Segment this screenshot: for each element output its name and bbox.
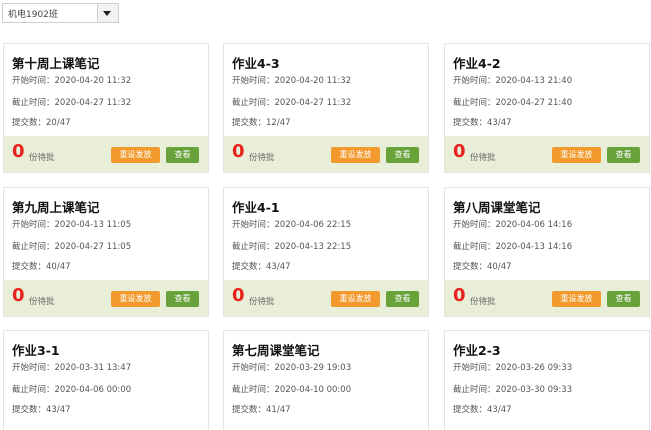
view-button[interactable]: 查看 xyxy=(607,147,640,163)
submission-count: 提交数：43/47 xyxy=(232,262,291,272)
pending-label: 份待批 xyxy=(29,153,55,163)
start-time: 开始时间：2020-04-20 11:32 xyxy=(232,76,352,86)
deadline: 截止时间：2020-04-06 00:00 xyxy=(12,385,132,395)
deadline: 截止时间：2020-04-27 21:40 xyxy=(453,98,573,108)
assignment-card: 第九周上课笔记 开始时间：2020-04-13 11:05 截止时间：2020-… xyxy=(3,187,209,317)
card-footer: 0 份待批 重设发放 查看 xyxy=(445,280,649,316)
pending-label: 份待批 xyxy=(249,297,275,307)
chevron-down-icon[interactable] xyxy=(97,4,118,22)
card-title: 第八周课堂笔记 xyxy=(453,200,541,215)
start-time: 开始时间：2020-03-31 13:47 xyxy=(12,363,132,373)
pending-label: 份待批 xyxy=(29,297,55,307)
pending-count: 0 xyxy=(232,285,245,306)
pending-label: 份待批 xyxy=(470,297,496,307)
submission-count: 提交数：40/47 xyxy=(12,262,71,272)
card-footer: 0 份待批 重设发放 查看 xyxy=(4,136,208,172)
card-footer: 0 份待批 重设发放 查看 xyxy=(445,136,649,172)
start-time: 开始时间：2020-04-20 11:32 xyxy=(12,76,132,86)
view-button[interactable]: 查看 xyxy=(386,291,419,307)
start-time: 开始时间：2020-04-06 14:16 xyxy=(453,220,573,230)
submission-count: 提交数：40/47 xyxy=(453,262,512,272)
reset-distribute-button[interactable]: 重设发放 xyxy=(111,147,160,163)
pending-count: 0 xyxy=(453,285,466,306)
card-title: 第九周上课笔记 xyxy=(12,200,100,215)
deadline: 截止时间：2020-04-27 11:32 xyxy=(232,98,352,108)
submission-count: 提交数：12/47 xyxy=(232,118,291,128)
assignment-card: 作业4-2 开始时间：2020-04-13 21:40 截止时间：2020-04… xyxy=(444,43,650,173)
card-title: 作业3-1 xyxy=(12,343,60,358)
deadline: 截止时间：2020-04-13 22:15 xyxy=(232,242,352,252)
pending-count: 0 xyxy=(453,141,466,162)
submission-count: 提交数：43/47 xyxy=(453,405,512,415)
assignment-card: 第八周课堂笔记 开始时间：2020-04-06 14:16 截止时间：2020-… xyxy=(444,187,650,317)
reset-distribute-button[interactable]: 重设发放 xyxy=(331,291,380,307)
reset-distribute-button[interactable]: 重设发放 xyxy=(552,147,601,163)
card-title: 作业4-3 xyxy=(232,56,280,71)
deadline: 截止时间：2020-04-13 14:16 xyxy=(453,242,573,252)
card-footer: 0 份待批 重设发放 查看 xyxy=(224,280,428,316)
deadline: 截止时间：2020-04-27 11:05 xyxy=(12,242,132,252)
card-title: 作业4-1 xyxy=(232,200,280,215)
submission-count: 提交数：20/47 xyxy=(12,118,71,128)
reset-distribute-button[interactable]: 重设发放 xyxy=(331,147,380,163)
pending-count: 0 xyxy=(232,141,245,162)
view-button[interactable]: 查看 xyxy=(166,291,199,307)
card-footer: 0 份待批 重设发放 查看 xyxy=(4,280,208,316)
card-title: 作业2-3 xyxy=(453,343,501,358)
submission-count: 提交数：41/47 xyxy=(232,405,291,415)
start-time: 开始时间：2020-04-13 21:40 xyxy=(453,76,573,86)
reset-distribute-button[interactable]: 重设发放 xyxy=(552,291,601,307)
card-footer: 0 份待批 重设发放 查看 xyxy=(224,136,428,172)
view-button[interactable]: 查看 xyxy=(386,147,419,163)
start-time: 开始时间：2020-03-26 09:33 xyxy=(453,363,573,373)
start-time: 开始时间：2020-03-29 19:03 xyxy=(232,363,352,373)
deadline: 截止时间：2020-03-30 09:33 xyxy=(453,385,573,395)
class-select[interactable]: 机电1902班 xyxy=(2,3,119,23)
card-title: 第十周上课笔记 xyxy=(12,56,100,71)
card-title: 作业4-2 xyxy=(453,56,501,71)
view-button[interactable]: 查看 xyxy=(607,291,640,307)
deadline: 截止时间：2020-04-10 00:00 xyxy=(232,385,352,395)
assignment-card: 作业2-3 开始时间：2020-03-26 09:33 截止时间：2020-03… xyxy=(444,330,650,430)
card-title: 第七周课堂笔记 xyxy=(232,343,320,358)
view-button[interactable]: 查看 xyxy=(166,147,199,163)
class-select-value: 机电1902班 xyxy=(8,10,58,20)
assignment-card: 作业3-1 开始时间：2020-03-31 13:47 截止时间：2020-04… xyxy=(3,330,209,430)
assignment-card: 第七周课堂笔记 开始时间：2020-03-29 19:03 截止时间：2020-… xyxy=(223,330,429,430)
deadline: 截止时间：2020-04-27 11:32 xyxy=(12,98,132,108)
submission-count: 提交数：43/47 xyxy=(453,118,512,128)
reset-distribute-button[interactable]: 重设发放 xyxy=(111,291,160,307)
submission-count: 提交数：43/47 xyxy=(12,405,71,415)
pending-count: 0 xyxy=(12,141,25,162)
pending-label: 份待批 xyxy=(470,153,496,163)
pending-count: 0 xyxy=(12,285,25,306)
assignment-card: 第十周上课笔记 开始时间：2020-04-20 11:32 截止时间：2020-… xyxy=(3,43,209,173)
start-time: 开始时间：2020-04-13 11:05 xyxy=(12,220,132,230)
pending-label: 份待批 xyxy=(249,153,275,163)
start-time: 开始时间：2020-04-06 22:15 xyxy=(232,220,352,230)
assignment-card: 作业4-3 开始时间：2020-04-20 11:32 截止时间：2020-04… xyxy=(223,43,429,173)
assignment-card: 作业4-1 开始时间：2020-04-06 22:15 截止时间：2020-04… xyxy=(223,187,429,317)
